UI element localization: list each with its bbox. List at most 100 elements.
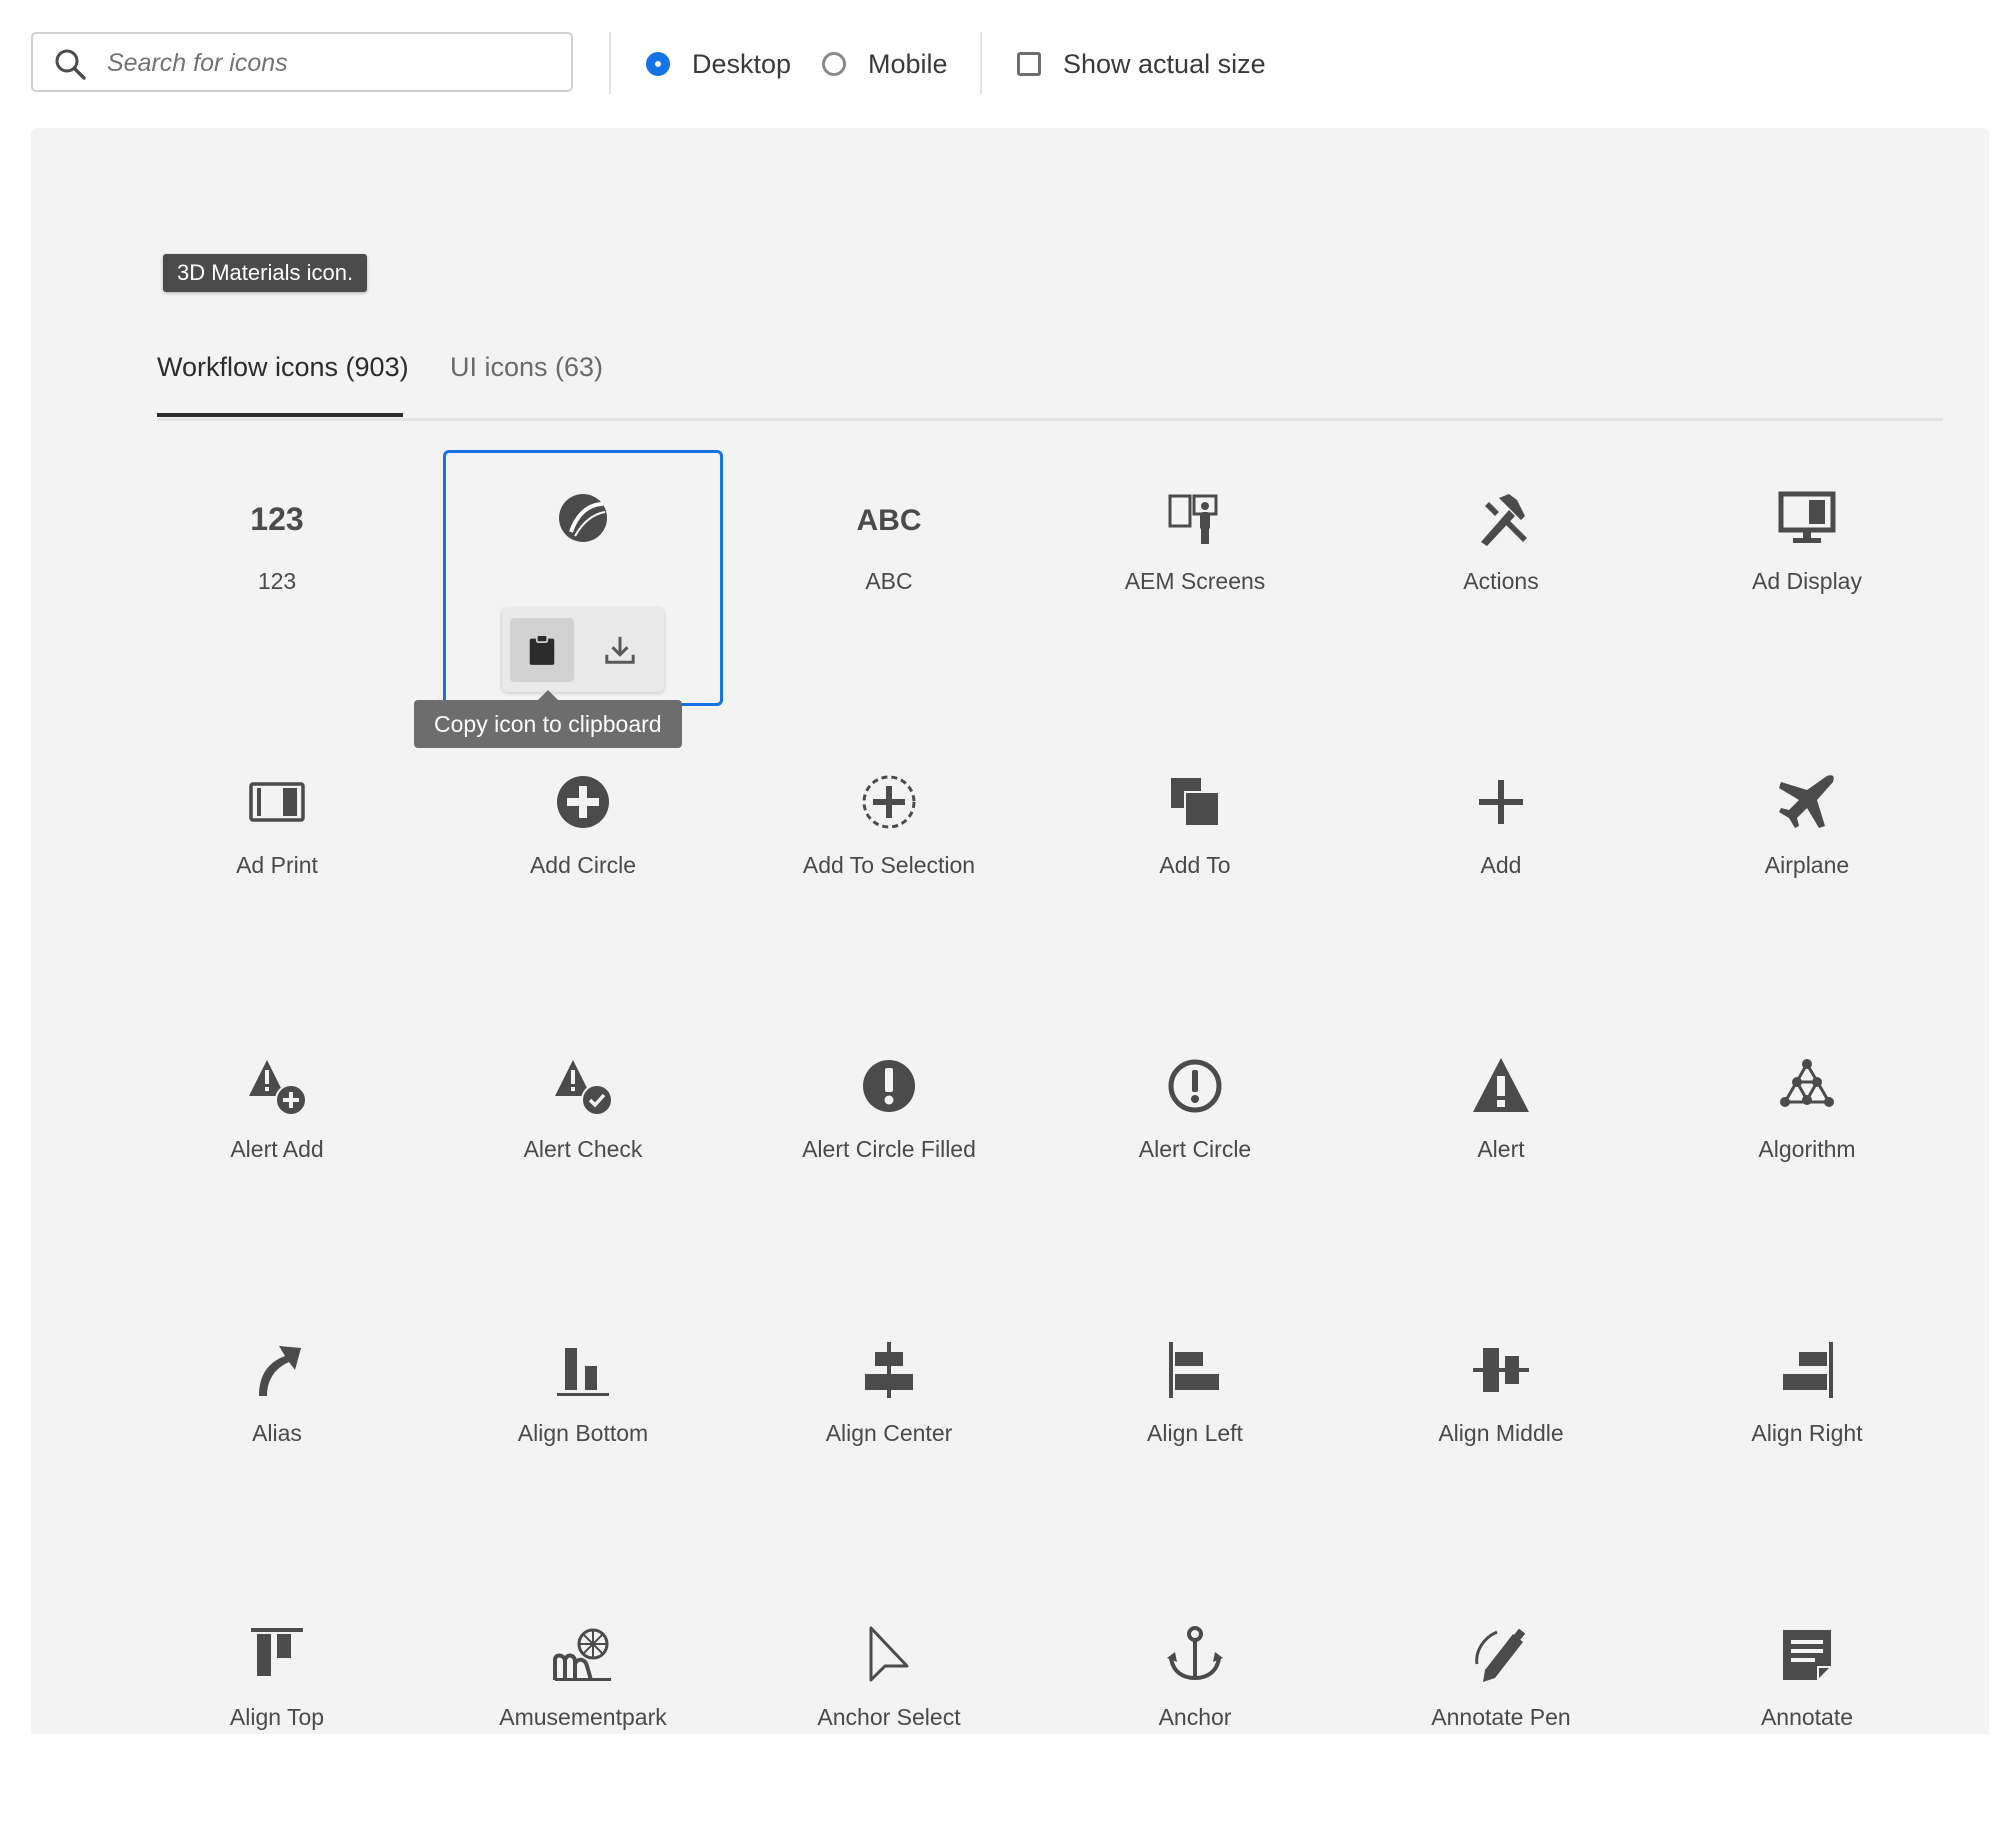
icon-tile-align-right[interactable]: Align Right [1667,1302,1947,1558]
toolbar: Desktop Mobile Show actual size [0,0,2010,128]
ad-print-icon [245,770,309,834]
icon-label: Add Circle [529,852,637,878]
annotate-pen-icon [1469,1622,1533,1686]
radio-desktop-button[interactable] [646,52,670,76]
icon-tile-align-bottom[interactable]: Align Bottom [443,1302,723,1558]
tab-workflow-icons[interactable]: Workflow icons (903) [157,352,409,383]
add-to-selection-icon [857,770,921,834]
align-right-icon [1775,1338,1839,1402]
align-middle-icon [1469,1338,1533,1402]
checkbox-box[interactable] [1017,52,1041,76]
alias-icon [245,1338,309,1402]
icon-tile-algorithm[interactable]: Algorithm [1667,1018,1947,1274]
alert-check-icon [551,1054,615,1118]
icon-label: Align Middle [1438,1420,1564,1446]
radio-desktop-label: Desktop [692,48,792,79]
icon-tile-add-circle[interactable]: Add Circle [443,734,723,990]
icon-tile-annotate[interactable]: Annotate [1667,1586,1947,1842]
icon-label: Alert Circle Filled [802,1136,976,1162]
icon-label: Amusementpark [499,1704,667,1730]
icon-tile-alert[interactable]: Alert [1361,1018,1641,1274]
text-123-icon: 123 [245,486,309,550]
icon-tile-align-center[interactable]: Align Center [749,1302,1029,1558]
show-actual-size-label: Show actual size [1063,48,1266,79]
icon-tile-add[interactable]: Add [1361,734,1641,990]
toolbar-divider [980,32,982,94]
icon-tile-add-to[interactable]: Add To [1055,734,1335,990]
airplane-icon [1775,770,1839,834]
icon-label: Annotate [1760,1704,1854,1730]
icon-label: Alert Circle [1138,1136,1252,1162]
download-button[interactable] [588,618,652,682]
icon-tile-alert-circle-filled[interactable]: Alert Circle Filled [749,1018,1029,1274]
icon-panel: 3D Materials icon. Workflow icons (903) … [31,128,1989,1734]
icon-tile-ad-print[interactable]: Ad Print [137,734,417,990]
icon-tile-anchor[interactable]: Anchor [1055,1586,1335,1842]
icon-tile-align-top[interactable]: Align Top [137,1586,417,1842]
icon-tile-add-to-selection[interactable]: Add To Selection [749,734,1029,990]
icon-tile-alias[interactable]: Alias [137,1302,417,1558]
actions-icon [1469,486,1533,550]
copy-tooltip: Copy icon to clipboard [414,690,682,748]
alert-add-icon [245,1054,309,1118]
icon-tile-amusementpark[interactable]: Amusementpark [443,1586,723,1842]
alert-icon [1469,1054,1533,1118]
tab-bar: Workflow icons (903) UI icons (63) [157,342,1943,421]
icon-label: Align Right [1751,1420,1863,1446]
icon-tile-aem-screens[interactable]: AEM Screens [1055,450,1335,706]
icon-label: Align Center [825,1420,953,1446]
search-icon [53,47,87,81]
tab-ui-icons[interactable]: UI icons (63) [450,352,603,383]
icon-tile-alert-circle[interactable]: Alert Circle [1055,1018,1335,1274]
clipboard-icon [529,634,555,665]
icon-label: Alert Check [523,1136,643,1162]
add-to-icon [1163,770,1227,834]
toolbar-divider [609,32,611,94]
icon-label: Annotate Pen [1431,1704,1571,1730]
icon-label: Ad Display [1752,568,1862,594]
anchor-select-icon [857,1622,921,1686]
copy-to-clipboard-button[interactable] [510,618,574,682]
icon-tile-align-left[interactable]: Align Left [1055,1302,1335,1558]
icon-label: Anchor Select [817,1704,961,1730]
search-input[interactable] [105,42,559,84]
anchor-icon [1163,1622,1227,1686]
radio-mobile[interactable]: Mobile [822,44,948,84]
show-actual-size-checkbox[interactable]: Show actual size [1017,44,1266,84]
radio-mobile-button[interactable] [822,52,846,76]
radio-mobile-label: Mobile [868,48,948,79]
icon-label: Add To [1159,852,1231,878]
icon-label: Ad Print [236,852,318,878]
search-box[interactable] [31,32,573,92]
icon-label: Align Left [1147,1420,1243,1446]
icon-label: Align Top [229,1704,325,1730]
annotate-icon [1775,1622,1839,1686]
icon-action-bar [502,608,664,692]
icon-tile-ad-display[interactable]: Ad Display [1667,450,1947,706]
radio-desktop[interactable]: Desktop [646,44,791,84]
icon-label: Add [1480,852,1522,878]
icon-label: Alert Add [230,1136,324,1162]
icon-tile-airplane[interactable]: Airplane [1667,734,1947,990]
icon-label: Algorithm [1758,1136,1856,1162]
hover-tooltip: 3D Materials icon. [163,254,368,292]
icon-tile-anchor-select[interactable]: Anchor Select [749,1586,1029,1842]
aem-screens-icon [1163,486,1227,550]
icon-label: Align Bottom [517,1420,649,1446]
svg-text:ABC: ABC [857,504,921,537]
icon-tile-alert-check[interactable]: Alert Check [443,1018,723,1274]
icon-tile-align-middle[interactable]: Align Middle [1361,1302,1641,1558]
icon-label: Actions [1463,568,1539,594]
icon-tile-abc[interactable]: ABC ABC [749,450,1029,706]
icon-tile-alert-add[interactable]: Alert Add [137,1018,417,1274]
amusementpark-icon [551,1622,615,1686]
text-abc-icon: ABC [857,486,921,550]
download-icon [605,636,635,664]
icon-label: Alias [252,1420,302,1446]
icon-label: Add To Selection [802,852,976,878]
svg-text:123: 123 [250,501,303,537]
icon-tile-actions[interactable]: Actions [1361,450,1641,706]
icon-tile-123[interactable]: 123 123 [137,450,417,706]
3d-materials-icon [551,486,615,550]
icon-tile-annotate-pen[interactable]: Annotate Pen [1361,1586,1641,1842]
